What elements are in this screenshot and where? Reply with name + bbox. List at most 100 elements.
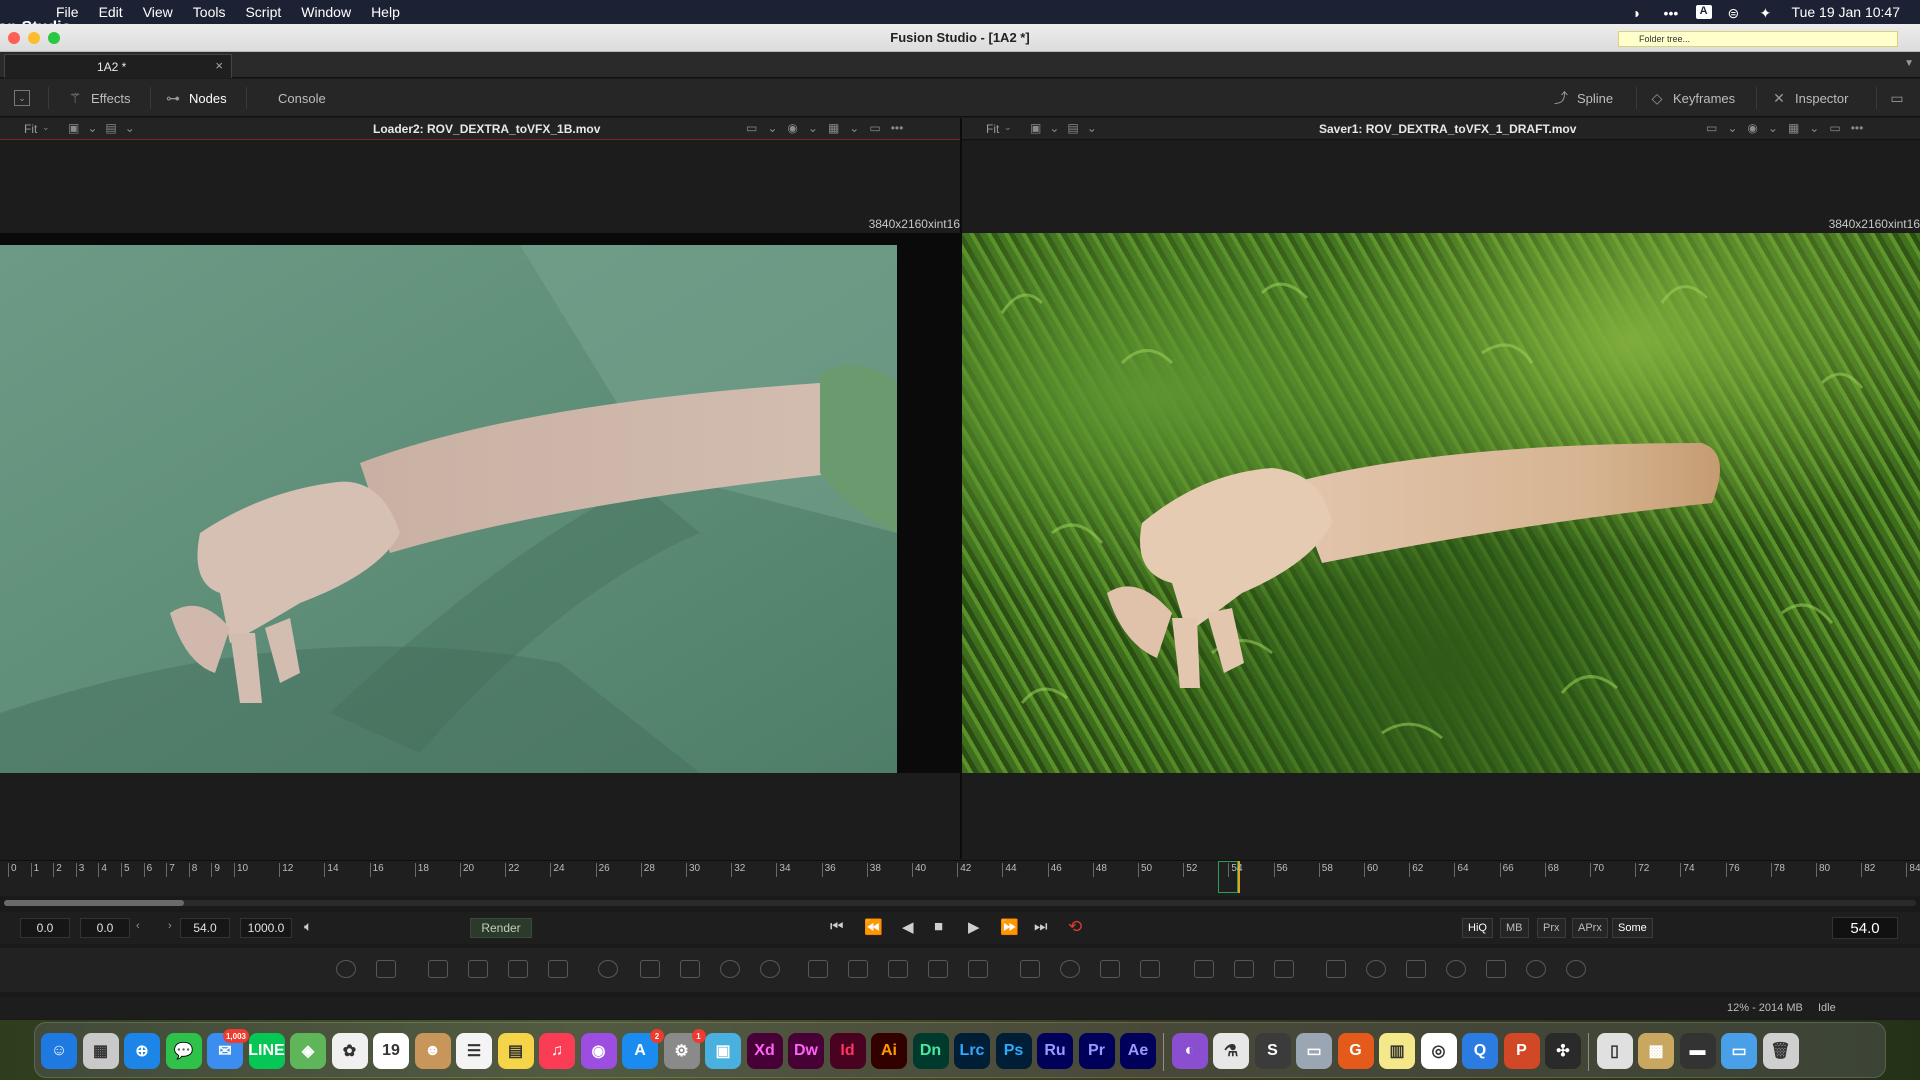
dock-app-sublime-text[interactable]: S — [1254, 1033, 1291, 1069]
viewer-more-icon[interactable]: ••• — [891, 121, 904, 135]
prender-tool-icon[interactable] — [1234, 960, 1254, 978]
viewer-channel-icon[interactable]: ▣ — [68, 121, 79, 135]
dock-app-contacts[interactable]: ☻ — [414, 1033, 451, 1069]
dock-app-window[interactable]: ▬ — [1679, 1033, 1716, 1069]
step-forward-arrow-icon[interactable]: › — [168, 920, 172, 932]
tab-close-icon[interactable]: × — [215, 58, 223, 73]
more-icon[interactable]: ••• — [1664, 5, 1680, 21]
dock-app-dimension[interactable]: Dn — [912, 1033, 949, 1069]
spline-button[interactable]: ⤴ Spline — [1552, 79, 1613, 117]
dock-app-dreamweaver[interactable]: Dw — [788, 1033, 824, 1069]
viewer-grid-icon[interactable]: ▦ — [828, 121, 839, 135]
viewer-color-icon[interactable]: ◉ — [1747, 121, 1757, 135]
resize-tool-icon[interactable] — [928, 960, 948, 978]
bspline-mask-icon[interactable] — [1140, 960, 1160, 978]
renderer3d-tool-icon[interactable] — [1486, 960, 1506, 978]
menu-file[interactable]: File — [46, 4, 89, 20]
ellipse-mask-icon[interactable] — [1060, 960, 1080, 978]
viewer-roi-icon[interactable]: ▤ — [1067, 121, 1078, 135]
dock-app-adobe-xd[interactable]: Xd — [746, 1033, 783, 1069]
dock-app-reminders[interactable]: ☰ — [456, 1033, 492, 1069]
left-viewer[interactable]: 3840x2160xint16 — [0, 141, 960, 859]
global-end-field[interactable]: 1000.0 — [240, 918, 292, 938]
dock-app-lab[interactable]: ⚗ — [1213, 1033, 1249, 1069]
render-start-field[interactable]: 0.0 — [80, 918, 130, 938]
particle-tool-icon[interactable] — [598, 960, 618, 978]
step-back-arrow-icon[interactable]: ‹ — [136, 920, 140, 932]
viewer-grid-icon[interactable]: ▦ — [1788, 121, 1799, 135]
light-tool-icon[interactable] — [1446, 960, 1466, 978]
fastnoise-tool-icon[interactable] — [468, 960, 488, 978]
global-start-field[interactable]: 0.0 — [20, 918, 70, 938]
tab-composition[interactable]: 1A2 * × — [4, 54, 232, 78]
dock-app-chrome[interactable]: ◎ — [1420, 1033, 1457, 1069]
dock-app-maps[interactable]: ◈ — [290, 1033, 326, 1069]
dock-app-stickies[interactable]: ▥ — [1379, 1033, 1415, 1069]
right-viewer[interactable]: 3840x2160xint16 — [962, 141, 1920, 859]
viewer-lut-icon[interactable]: ▭ — [1706, 121, 1717, 135]
color-corrector-tool-icon[interactable] — [720, 960, 740, 978]
loop-icon[interactable]: ⟲ — [1068, 917, 1082, 937]
menu-tools[interactable]: Tools — [183, 4, 236, 20]
text3d-tool-icon[interactable] — [1406, 960, 1426, 978]
render-button[interactable]: Render — [470, 918, 532, 938]
fast-forward-icon[interactable]: ⏩ — [1000, 918, 1019, 936]
current-time-field[interactable]: 54.0 — [1832, 917, 1898, 939]
paint-tool-icon[interactable] — [548, 960, 568, 978]
effects-button[interactable]: ⚚ Effects — [66, 79, 131, 117]
dock-app-image[interactable]: ▩ — [1638, 1033, 1674, 1069]
left-viewer-fit-dropdown[interactable]: Fit — [24, 122, 37, 136]
dock-app-premiere-pro[interactable]: Pr — [1078, 1033, 1115, 1069]
right-viewer-fit-dropdown[interactable]: Fit — [986, 122, 999, 136]
merge3d-tool-icon[interactable] — [968, 960, 988, 978]
dock-app-lightroom-classic[interactable]: Lrc — [954, 1033, 990, 1069]
viewer-color-icon[interactable]: ◉ — [787, 121, 797, 135]
blur-tool-icon[interactable] — [640, 960, 660, 978]
dock-app-indesign[interactable]: Id — [829, 1033, 866, 1069]
viewer-more-icon[interactable]: ••• — [1851, 121, 1864, 135]
go-to-end-icon[interactable]: ⏭ — [1034, 918, 1048, 935]
pemitter-tool-icon[interactable] — [1194, 960, 1214, 978]
image-plane-tool-icon[interactable] — [1326, 960, 1346, 978]
console-button[interactable]: Console — [278, 79, 326, 117]
dock-app-mail[interactable]: ✉ 1,003 — [207, 1029, 249, 1069]
timeline-scroll-thumb[interactable] — [4, 900, 184, 906]
dock-app-line[interactable]: LINE — [248, 1033, 285, 1069]
transform-tool-icon[interactable] — [888, 960, 908, 978]
menu-script[interactable]: Script — [235, 4, 291, 20]
menu-help[interactable]: Help — [361, 4, 410, 20]
timeline-scrollbar[interactable] — [4, 900, 1916, 906]
dock-app-grammarly[interactable]: G — [1337, 1033, 1374, 1069]
dock-app-notes[interactable]: ▤ — [497, 1033, 534, 1069]
toolbar-menu-button[interactable]: ⌄ — [14, 79, 30, 117]
render-end-field[interactable]: 54.0 — [180, 918, 230, 938]
dock-app-trash[interactable]: 🗑 — [1762, 1033, 1799, 1069]
color-curves-tool-icon[interactable] — [680, 960, 700, 978]
text-tool-icon[interactable] — [508, 960, 528, 978]
dock-app-premiere-rush[interactable]: Ru — [1037, 1033, 1073, 1069]
rectangle-mask-icon[interactable] — [1020, 960, 1040, 978]
matte-control-tool-icon[interactable] — [848, 960, 868, 978]
dock-app-messages[interactable]: 💬 — [165, 1033, 202, 1069]
dock-app-after-effects[interactable]: Ae — [1120, 1033, 1156, 1069]
menu-edit[interactable]: Edit — [89, 4, 133, 20]
dock-app-photos[interactable]: ✿ — [331, 1033, 368, 1069]
dock-app-document[interactable]: ▯ — [1596, 1033, 1633, 1069]
input-source-icon[interactable]: A — [1695, 5, 1712, 19]
dock-app-safari[interactable]: ⊕ — [124, 1033, 160, 1069]
stop-icon[interactable]: ■ — [934, 918, 943, 935]
auto-proxy-toggle[interactable]: APrx — [1572, 918, 1608, 938]
dock-app-utility[interactable]: ▭ — [1296, 1033, 1332, 1069]
viewer-lut-icon[interactable]: ▭ — [746, 121, 757, 135]
hiq-toggle[interactable]: HiQ — [1462, 918, 1493, 938]
viewer-channel-icon[interactable]: ▣ — [1030, 121, 1041, 135]
night-shift-icon[interactable]: ◑ — [1632, 5, 1648, 21]
play-reverse-icon[interactable]: ◀ — [902, 918, 914, 936]
dock-app-music[interactable]: ♫ — [539, 1033, 575, 1069]
screen-layout-button[interactable]: ▭ — [1888, 79, 1906, 117]
tab-list-chevron-icon[interactable]: ▼ — [1904, 58, 1914, 69]
viewer-frame-icon[interactable]: ▭ — [1829, 121, 1840, 135]
dock-app-preview[interactable]: ▣ — [705, 1033, 741, 1069]
dock-app-calendar[interactable]: 19 — [373, 1033, 409, 1069]
shape3d-tool-icon[interactable] — [1274, 960, 1294, 978]
